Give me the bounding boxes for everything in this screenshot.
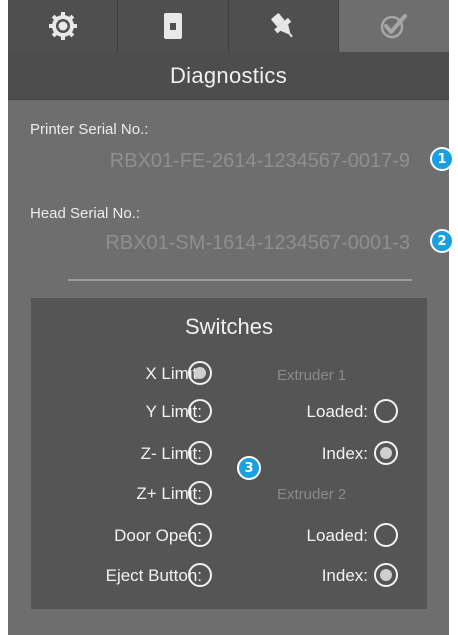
extruder1-index-indicator — [374, 441, 398, 465]
tab-filament[interactable] — [118, 0, 229, 52]
extruder1-loaded-indicator — [374, 399, 398, 423]
extruder2-index-label: Index: — [321, 566, 368, 585]
head-serial-value: RBX01-SM-1614-1234567-0001-3 — [105, 232, 410, 254]
checkmark-icon — [380, 14, 407, 39]
divider — [68, 279, 412, 281]
tab-settings[interactable] — [8, 0, 119, 52]
switches-panel: Switches X Limit: Y Limit: Z- Limit: Z+ … — [31, 298, 427, 609]
z-plus-limit-indicator — [188, 481, 212, 505]
callout-badge-2: 2 — [430, 229, 454, 253]
printer-serial-value: RBX01-FE-2614-1234567-0017-9 — [109, 150, 410, 172]
page-title: Diagnostics — [169, 62, 288, 88]
eject-button-indicator — [188, 563, 212, 587]
callout-badge-1: 1 — [430, 147, 454, 171]
switches-title: Switches — [184, 314, 274, 339]
callout-badge-3: 3 — [237, 456, 261, 480]
extruder1-loaded-label: Loaded: — [306, 402, 368, 421]
extruder2-loaded-label: Loaded: — [306, 526, 368, 545]
extruder2-loaded-indicator — [374, 523, 398, 547]
z-minus-limit-indicator — [188, 441, 212, 465]
tab-diagnostics[interactable] — [338, 0, 449, 52]
extruder1-index-label: Index: — [321, 444, 368, 463]
gear-icon — [48, 12, 77, 40]
extruder2-index-indicator — [374, 563, 398, 587]
nozzle-icon — [271, 13, 293, 38]
tab-bar — [8, 0, 449, 52]
diagnostics-window: Diagnostics Printer Serial No.: RBX01-FE… — [8, 0, 454, 635]
printer-serial-label: Printer Serial No.: — [30, 121, 149, 138]
y-limit-indicator — [188, 399, 212, 423]
door-open-indicator — [188, 523, 212, 547]
extruder1-heading: Extruder 1 — [277, 367, 347, 384]
extruder2-heading: Extruder 2 — [277, 486, 347, 503]
head-serial-label: Head Serial No.: — [30, 205, 141, 222]
x-limit-indicator — [188, 361, 212, 385]
filament-spool-icon — [163, 13, 182, 39]
tab-head[interactable] — [228, 0, 339, 52]
page-header: Diagnostics — [8, 52, 449, 100]
